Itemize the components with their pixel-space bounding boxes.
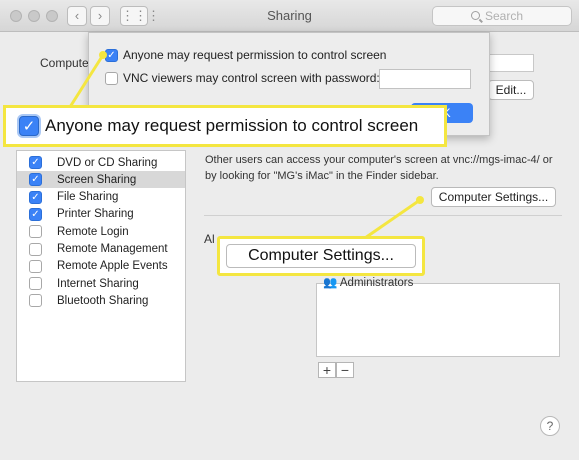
checkbox-checked-icon: ✓	[19, 116, 39, 136]
callout-line-button	[364, 198, 421, 240]
callout-dot-button	[416, 196, 424, 204]
annotation-lines	[68, 54, 421, 240]
callout-line-checkbox	[68, 54, 105, 108]
callout-dot-checkbox	[99, 51, 107, 59]
callout-button-label: Computer Settings...	[226, 244, 416, 268]
callout-button-zoom: Computer Settings...	[217, 236, 425, 276]
callout-checkbox-zoom: ✓ Anyone may request permission to contr…	[3, 105, 447, 147]
callout-checkbox-label: Anyone may request permission to control…	[45, 116, 419, 135]
